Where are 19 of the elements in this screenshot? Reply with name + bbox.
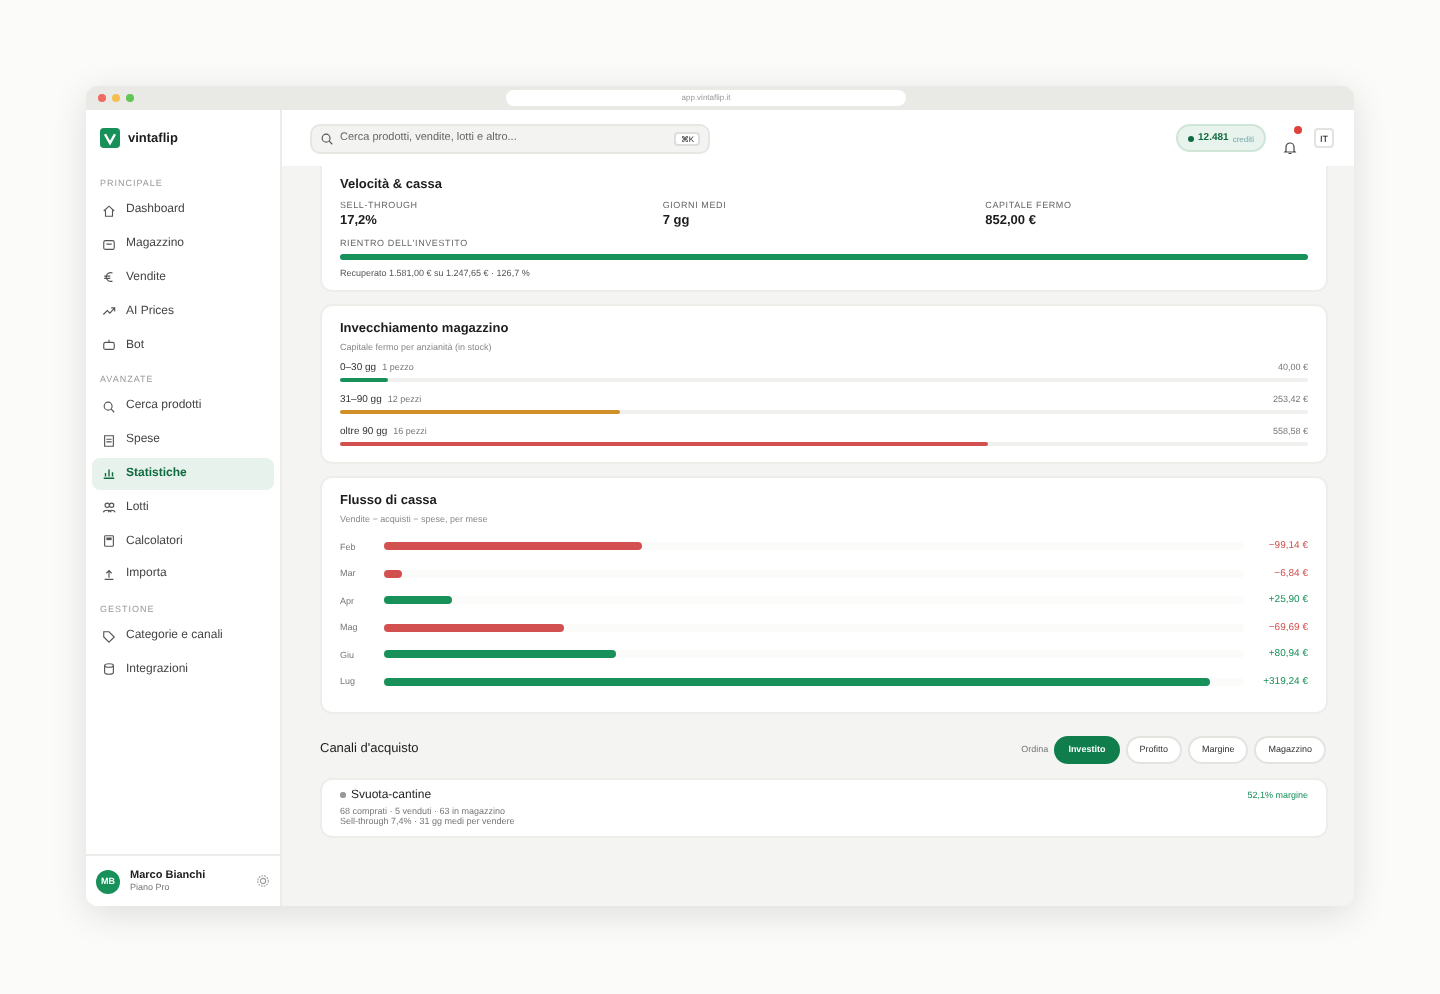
gear-icon: [256, 874, 270, 888]
database-icon: [102, 662, 116, 677]
calculator-icon: [102, 534, 116, 549]
upload-icon: [102, 567, 116, 582]
box-icon: [102, 237, 116, 252]
bar-chart-icon: [102, 466, 116, 481]
home-icon: [102, 203, 116, 218]
people-icon: [102, 500, 116, 515]
logo-icon: [100, 128, 120, 148]
receipt-icon: [102, 433, 116, 448]
bullet-dot: [340, 792, 345, 798]
robot-icon: [102, 338, 116, 353]
euro-icon: [102, 270, 116, 285]
tag-icon: [102, 629, 116, 644]
bell-icon: [1282, 140, 1298, 156]
notification-dot: [1294, 126, 1302, 134]
search-icon: [320, 131, 334, 145]
search-icon: [102, 399, 116, 414]
trend-icon: [102, 304, 116, 319]
